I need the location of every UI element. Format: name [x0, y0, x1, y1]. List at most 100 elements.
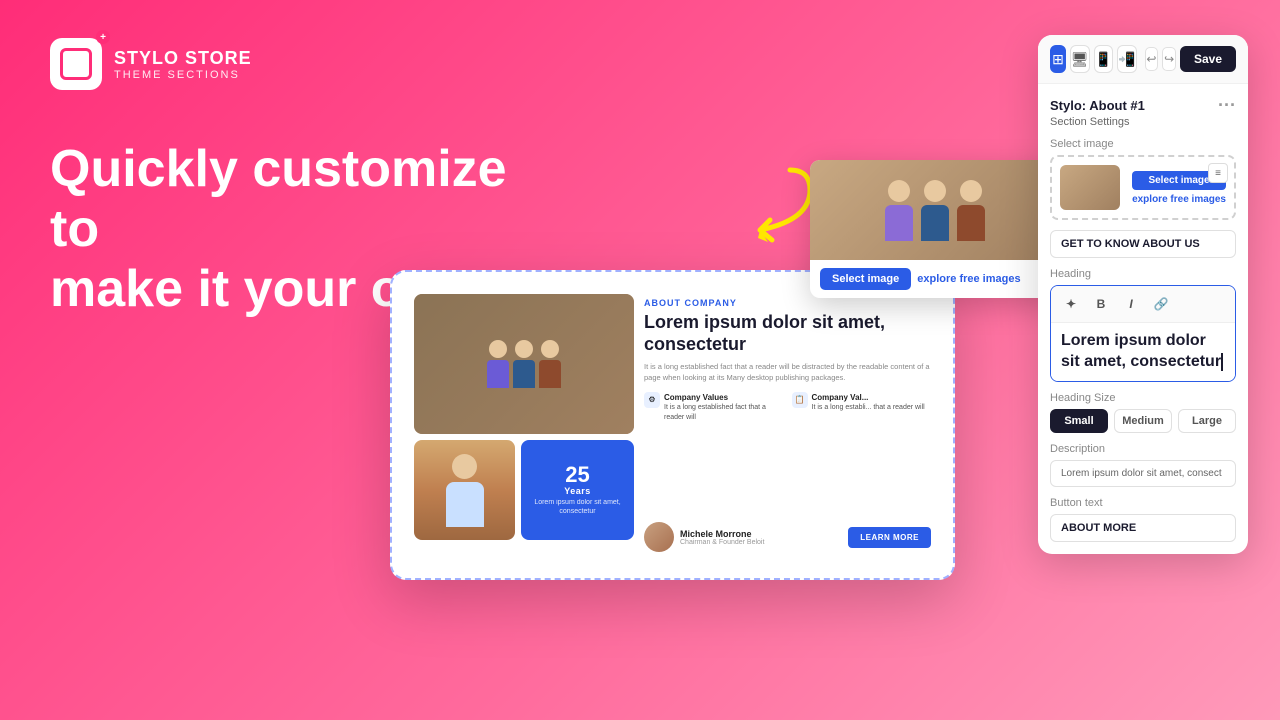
preview-images-column: 25 Years Lorem ipsum dolor sit amet, con…: [414, 294, 634, 556]
image-popup-thumb: [810, 160, 1060, 260]
feature-item-2: 📋 Company Val... It is a long establi...…: [792, 392, 932, 423]
image-thumbnail: [1060, 165, 1120, 210]
preview-image-top: [414, 294, 634, 434]
person-head-2: [515, 340, 533, 358]
person-1: [487, 340, 509, 388]
heading-tool-magic[interactable]: ✦: [1059, 292, 1083, 316]
person-body-1: [487, 360, 509, 388]
preview-inner: 25 Years Lorem ipsum dolor sit amet, con…: [404, 284, 941, 566]
image-selector[interactable]: Select image explore free images ≡: [1050, 155, 1236, 220]
popup-people-preview: [877, 172, 993, 249]
popup-head-2: [924, 180, 946, 202]
preview-content-column: ABOUT COMPANY Lorem ipsum dolor sit amet…: [644, 294, 931, 556]
person-name: Michele Morrone: [680, 529, 764, 539]
size-medium-button[interactable]: Medium: [1114, 409, 1172, 433]
heading-tool-link[interactable]: 🔗: [1149, 292, 1173, 316]
feature-title-2: Company Val...: [812, 392, 925, 403]
button-text-label: Button text: [1050, 497, 1236, 509]
person-title: Chairman & Founder Beloit: [680, 539, 764, 546]
heading-size-label: Heading Size: [1050, 392, 1236, 404]
preview-years-badge: 25 Years Lorem ipsum dolor sit amet, con…: [521, 440, 634, 540]
undo-button[interactable]: ↩: [1145, 47, 1159, 71]
person-2: [513, 340, 535, 388]
heading-text-line2: sit amet, consectetur: [1061, 353, 1221, 370]
preview-face-body: [446, 482, 484, 527]
button-text-input[interactable]: [1050, 514, 1236, 542]
person-head-3: [541, 340, 559, 358]
size-small-button[interactable]: Small: [1050, 409, 1108, 433]
person-row: Michele Morrone Chairman & Founder Beloi…: [644, 522, 931, 552]
preview-description: It is a long established fact that a rea…: [644, 361, 931, 384]
panel-title-text: Stylo: About #1: [1050, 98, 1145, 113]
feature-icon-1: ⚙: [644, 392, 660, 408]
popup-body-1: [885, 205, 913, 241]
grid-view-button[interactable]: ⊞: [1050, 45, 1066, 73]
popup-head-3: [960, 180, 982, 202]
heading-size-row: Small Medium Large: [1050, 409, 1236, 433]
preview-face: [414, 440, 515, 540]
person-info: Michele Morrone Chairman & Founder Beloi…: [644, 522, 764, 552]
desktop-view-button[interactable]: 🖥: [1070, 45, 1090, 73]
mobile-view-button[interactable]: 📲: [1117, 45, 1136, 73]
brand-icon-inner: [60, 48, 92, 80]
years-desc: Lorem ipsum dolor sit amet, consectetur: [527, 498, 628, 516]
about-label: ABOUT COMPANY: [644, 298, 931, 308]
heading-label: Heading: [1050, 268, 1236, 280]
heading-text-area[interactable]: Lorem ipsum dolor sit amet, consectetur: [1051, 323, 1235, 381]
tablet-view-button[interactable]: 📱: [1094, 45, 1113, 73]
description-label: Description: [1050, 443, 1236, 455]
popup-person-3: [957, 180, 985, 241]
feature-title-1: Company Values: [664, 392, 784, 403]
explore-images-button[interactable]: explore free images: [1132, 194, 1226, 205]
tag-input[interactable]: [1050, 230, 1236, 258]
image-popup: Select image explore free images: [810, 160, 1060, 298]
years-number: 25: [565, 464, 589, 486]
popup-body-2: [921, 205, 949, 241]
people-silhouette: [487, 340, 561, 388]
avatar: [644, 522, 674, 552]
size-large-button[interactable]: Large: [1178, 409, 1236, 433]
people-image-top: [414, 294, 634, 434]
description-input[interactable]: [1050, 460, 1236, 487]
heading-tool-italic[interactable]: I: [1119, 292, 1143, 316]
preview-face-head: [452, 454, 477, 479]
panel-toolbar: ⊞ 🖥 📱 📲 ↩ ↪ Save: [1038, 35, 1248, 84]
learn-more-button[interactable]: LEARN MORE: [848, 527, 931, 548]
feature-item-1: ⚙ Company Values It is a long establishe…: [644, 392, 784, 423]
preview-image-bottom-left: [414, 440, 515, 540]
panel-section-title: Stylo: About #1 ···: [1050, 96, 1236, 114]
popup-head-1: [888, 180, 910, 202]
redo-button[interactable]: ↪: [1162, 47, 1176, 71]
popup-explore-button[interactable]: explore free images: [917, 273, 1020, 285]
popup-select-image-button[interactable]: Select image: [820, 268, 911, 290]
settings-panel: ⊞ 🖥 📱 📲 ↩ ↪ Save Stylo: About #1 ··· Sec…: [1038, 35, 1248, 554]
heading-tool-bold[interactable]: B: [1089, 292, 1113, 316]
popup-person-2: [921, 180, 949, 241]
feature-desc-2: It is a long establi... that a reader wi…: [812, 403, 925, 413]
person-body-3: [539, 360, 561, 388]
person-head-1: [489, 340, 507, 358]
more-options-button[interactable]: ···: [1218, 96, 1236, 114]
preview-card: 25 Years Lorem ipsum dolor sit amet, con…: [390, 270, 955, 580]
feature-text-1: Company Values It is a long established …: [664, 392, 784, 423]
align-button[interactable]: ≡: [1208, 163, 1228, 183]
feature-icon-2: 📋: [792, 392, 808, 408]
save-button[interactable]: Save: [1180, 46, 1236, 72]
years-label: Years: [564, 486, 591, 496]
person-3: [539, 340, 561, 388]
face-image: [414, 440, 515, 540]
headline-line1: Quickly customize to: [50, 140, 550, 260]
text-cursor: [1221, 353, 1223, 371]
feature-text-2: Company Val... It is a long establi... t…: [812, 392, 925, 413]
brand-text: STYLO STORE THEME SECTIONS: [114, 48, 252, 81]
person-body-2: [513, 360, 535, 388]
heading-editor[interactable]: ✦ B I 🔗 Lorem ipsum dolor sit amet, cons…: [1050, 285, 1236, 382]
popup-body-3: [957, 205, 985, 241]
brand-subtitle: THEME SECTIONS: [114, 69, 252, 81]
brand-name: STYLO STORE: [114, 48, 252, 69]
panel-sub-title: Section Settings: [1050, 116, 1236, 128]
preview-images-bottom-row: 25 Years Lorem ipsum dolor sit amet, con…: [414, 440, 634, 540]
heading-toolbar: ✦ B I 🔗: [1051, 286, 1235, 323]
heading-text-line1: Lorem ipsum dolor: [1061, 332, 1206, 349]
popup-person-1: [885, 180, 913, 241]
